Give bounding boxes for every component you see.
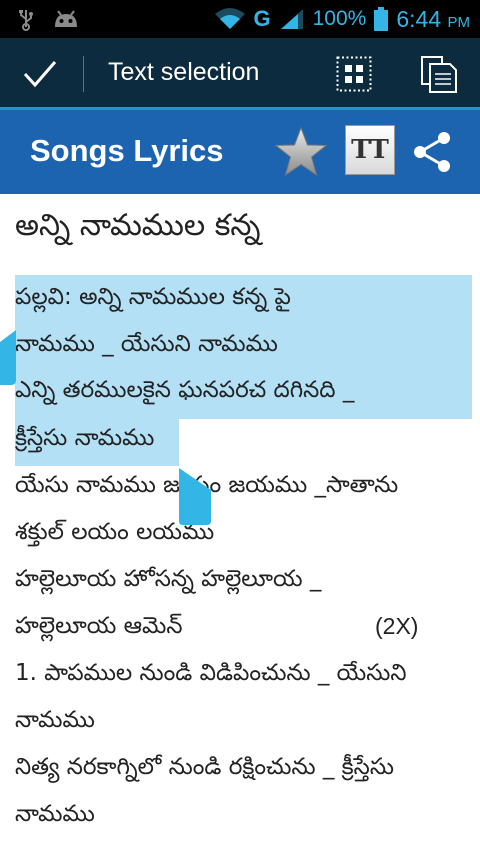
battery-percentage: 100% xyxy=(312,7,367,30)
lyric-line: పల్లవి: అన్ని నామముల కన్న పై xyxy=(15,284,291,310)
wifi-icon xyxy=(214,8,245,29)
clock: 6:44 PM xyxy=(396,6,470,33)
lyric-line: నామము xyxy=(15,801,95,827)
lyric-line: హల్లెలూయ హోసన్న హల్లెలూయ _ xyxy=(15,566,322,592)
lyric-line: నామము _ యేసుని నామము xyxy=(15,331,278,357)
lyric-line-text: హల్లెలూయ ఆమెన్ xyxy=(15,613,183,639)
lyric-line: క్రీస్తేసు నామము xyxy=(15,425,155,451)
lyric-line: హల్లెలూయ ఆమెన్ (2X) xyxy=(15,613,418,645)
done-check-icon[interactable] xyxy=(22,58,58,90)
text-selection-action-bar: Text selection xyxy=(0,38,480,110)
notification-icons xyxy=(18,9,80,31)
battery-icon xyxy=(374,7,389,31)
share-icon[interactable] xyxy=(410,130,454,174)
repeat-marker: (2X) xyxy=(375,613,419,639)
clock-ampm: PM xyxy=(447,13,471,31)
usb-icon xyxy=(19,10,33,31)
select-all-icon[interactable] xyxy=(336,56,372,92)
app-header: Songs Lyrics TT xyxy=(0,110,480,194)
action-bar-divider xyxy=(83,56,84,92)
song-content[interactable]: అన్ని నామముల కన్న పల్లవి: అన్ని నామముల క… xyxy=(0,194,480,854)
status-bar: G 100% 6:44 PM xyxy=(0,0,480,38)
favorite-star-icon[interactable] xyxy=(274,126,328,178)
clock-time: 6:44 xyxy=(396,5,442,32)
app-title: Songs Lyrics xyxy=(30,133,224,168)
lyric-line: 1. పాపముల నుండి విడిపించును _ యేసుని xyxy=(15,660,407,686)
status-icons: G 100% 6:44 PM xyxy=(214,4,470,34)
signal-icon xyxy=(280,9,303,29)
android-debug-icon xyxy=(55,10,77,27)
action-bar-title: Text selection xyxy=(108,58,260,86)
font-size-button[interactable]: TT xyxy=(345,125,395,175)
lyric-line: నిత్య నరకాగ్నిలో నుండి రక్షించును _ క్రీ… xyxy=(15,754,394,780)
lyric-line: ఎన్ని తరములకైన ఘనపరచ దగినది _ xyxy=(15,377,355,403)
network-type-label: G xyxy=(253,6,271,31)
song-title: అన్ని నామముల కన్న xyxy=(15,208,261,243)
selection-end-handle[interactable] xyxy=(179,468,213,526)
selection-start-handle[interactable] xyxy=(0,330,16,386)
copy-icon[interactable] xyxy=(420,54,458,94)
lyric-line: నామము xyxy=(15,707,95,733)
